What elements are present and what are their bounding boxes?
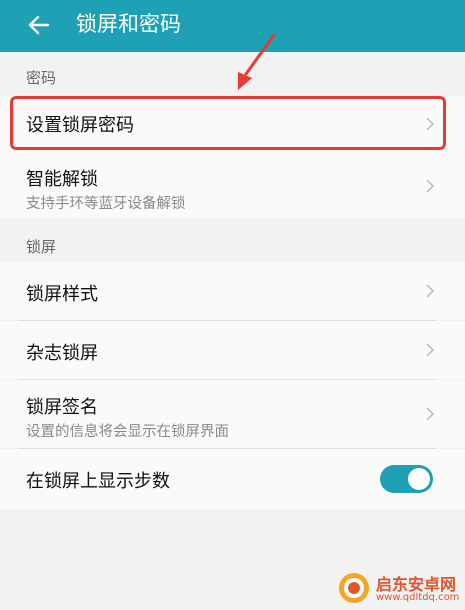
item-label: 锁屏样式: [26, 284, 98, 305]
section-header-lockscreen: 锁屏: [26, 238, 57, 256]
chevron-right-icon: [426, 284, 435, 298]
watermark: 启东安卓网 www.qdltdq.com: [338, 570, 463, 610]
chevron-right-icon: [426, 407, 435, 421]
toggle-knob: [408, 468, 430, 490]
highlight-box: [10, 96, 446, 150]
chevron-right-icon: [426, 179, 435, 193]
red-arrow-icon: [238, 33, 276, 90]
item-subtitle: 支持手环等蓝牙设备解锁: [26, 196, 186, 212]
watermark-logo-icon: [339, 573, 369, 603]
item-label: 锁屏签名: [26, 397, 98, 418]
section-header-password: 密码: [26, 69, 57, 87]
smart-unlock-item[interactable]: 智能解锁 支持手环等蓝牙设备解锁: [0, 152, 465, 218]
lock-style-item[interactable]: 锁屏样式: [0, 262, 465, 320]
page-title: 锁屏和密码: [76, 12, 181, 36]
arrow-left-icon[interactable]: [26, 12, 52, 38]
item-label: 智能解锁: [26, 169, 98, 190]
lock-signature-item[interactable]: 锁屏签名 设置的信息将会显示在锁屏界面: [0, 380, 465, 448]
show-steps-toggle[interactable]: [380, 465, 433, 493]
item-label: 杂志锁屏: [26, 343, 98, 364]
chevron-right-icon: [426, 343, 435, 357]
item-label: 在锁屏上显示步数: [26, 471, 170, 492]
magazine-lock-item[interactable]: 杂志锁屏: [0, 321, 465, 379]
item-subtitle: 设置的信息将会显示在锁屏界面: [26, 424, 229, 440]
watermark-url: www.qdltdq.com: [376, 592, 460, 603]
